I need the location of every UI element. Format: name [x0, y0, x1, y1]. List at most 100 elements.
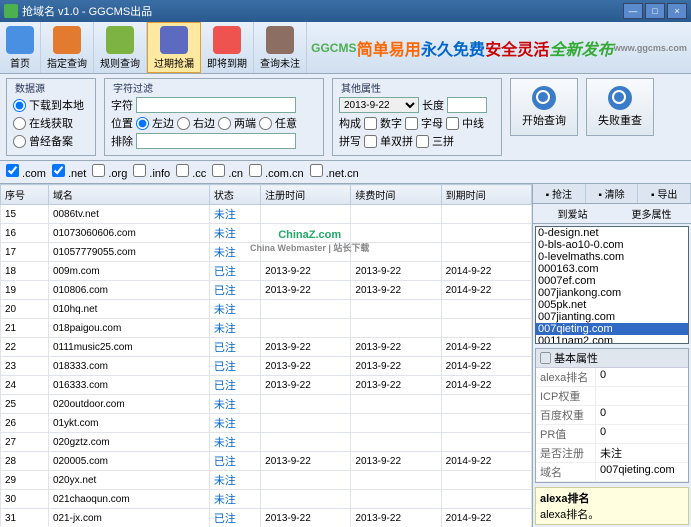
banner-text-4: 全新发布	[549, 36, 613, 60]
banner-text-2: 永久免费	[421, 36, 485, 60]
toolbar-规则查询[interactable]: 规则查询	[94, 22, 147, 73]
pos-left[interactable]	[136, 117, 149, 130]
table-row[interactable]: 20010hq.net未注	[1, 300, 532, 319]
group-title: 数据源	[13, 80, 47, 95]
tld-.net.cn[interactable]: .net.cn	[310, 164, 359, 180]
radio-online[interactable]	[13, 117, 26, 130]
col-header[interactable]: 到期时间	[441, 185, 531, 205]
table-row[interactable]: 29020yx.net未注	[1, 471, 532, 490]
col-header[interactable]: 序号	[1, 185, 49, 205]
side-tab[interactable]: ▪ 导出	[638, 184, 691, 203]
tld-.org[interactable]: .org	[92, 164, 127, 180]
table-row[interactable]: 27020gztz.com未注	[1, 433, 532, 452]
chk-letter[interactable]	[405, 117, 418, 130]
retry-icon	[608, 86, 632, 110]
list-item[interactable]: 0011nam2.com	[536, 335, 688, 344]
pos-any[interactable]	[259, 117, 272, 130]
prop-row: 百度权重0	[536, 406, 688, 425]
tld-.com.cn[interactable]: .com.cn	[249, 164, 304, 180]
toolbar-icon	[53, 26, 81, 54]
toolbar-icon	[213, 26, 241, 54]
tld-.cc[interactable]: .cc	[176, 164, 206, 180]
toolbar-首页[interactable]: 首页	[0, 22, 41, 73]
table-row[interactable]: 150086tv.net未注	[1, 205, 532, 224]
list-item[interactable]: 0-design.net	[536, 227, 688, 239]
chk-digit[interactable]	[364, 117, 377, 130]
close-button[interactable]: ×	[667, 3, 687, 19]
col-header[interactable]: 注册时间	[261, 185, 351, 205]
radio-local[interactable]	[13, 99, 26, 112]
table-row[interactable]: 28020005.com已注2013-9-222013-9-222014-9-2…	[1, 452, 532, 471]
table-row[interactable]: 1701057779055.com未注	[1, 243, 532, 262]
maximize-button[interactable]: □	[645, 3, 665, 19]
pos-both[interactable]	[218, 117, 231, 130]
minimize-button[interactable]: —	[623, 3, 643, 19]
table-row[interactable]: 18009m.com已注2013-9-222013-9-222014-9-22	[1, 262, 532, 281]
toolbar-icon	[266, 26, 294, 54]
window-title: 抢域名 v1.0 - GGCMS出品	[22, 3, 623, 19]
pos-right[interactable]	[177, 117, 190, 130]
banner-url: www.ggcms.com	[614, 43, 687, 53]
table-row[interactable]: 23018333.com已注2013-9-222013-9-222014-9-2…	[1, 357, 532, 376]
toolbar-指定查询[interactable]: 指定查询	[41, 22, 94, 73]
prop-row: alexa排名0	[536, 368, 688, 387]
toolbar-即将到期[interactable]: 即将到期	[201, 22, 254, 73]
banner-text-1: 简单易用	[357, 36, 421, 60]
chk-dash[interactable]	[446, 117, 459, 130]
property-help: alexa排名 alexa排名。	[535, 487, 689, 525]
exclude-input[interactable]	[136, 133, 296, 149]
chk-pin1[interactable]	[364, 135, 377, 148]
result-table-pane[interactable]: 序号域名状态注册时间续费时间到期时间 150086tv.net未注1601073…	[0, 184, 533, 527]
retry-button[interactable]: 失败重查	[586, 78, 654, 136]
list-item[interactable]: 0-levelmaths.com	[536, 251, 688, 263]
table-row[interactable]: 1601073060606.com未注	[1, 224, 532, 243]
char-input[interactable]	[136, 97, 296, 113]
col-header[interactable]: 状态	[209, 185, 260, 205]
list-item[interactable]: 0-bls-ao10-0.com	[536, 239, 688, 251]
tld-.net[interactable]: .net	[52, 164, 86, 180]
banner: GGCMS 简单易用 永久免费 安全灵活 全新发布 www.ggcms.com	[307, 22, 691, 73]
list-item[interactable]: 007jiankong.com	[536, 287, 688, 299]
table-row[interactable]: 19010806.com已注2013-9-222013-9-222014-9-2…	[1, 281, 532, 300]
col-header[interactable]: 域名	[48, 185, 209, 205]
side-subtab[interactable]: 更多属性	[612, 204, 691, 223]
table-row[interactable]: 25020outdoor.com未注	[1, 395, 532, 414]
length-input[interactable]	[447, 97, 487, 113]
datasource-group: 数据源 下载到本地 在线获取 曾经备案	[6, 78, 96, 156]
list-item[interactable]: 005pk.net	[536, 299, 688, 311]
radio-beian[interactable]	[13, 135, 26, 148]
table-row[interactable]: 30021chaoqun.com未注	[1, 490, 532, 509]
start-query-button[interactable]: 开始查询	[510, 78, 578, 136]
side-tabs: ▪ 抢注▪ 清除▪ 导出	[533, 184, 691, 204]
prop-row: PR值0	[536, 425, 688, 444]
table-row[interactable]: 2601ykt.com未注	[1, 414, 532, 433]
table-row[interactable]: 220111music25.com已注2013-9-222013-9-22201…	[1, 338, 532, 357]
toolbar: 首页指定查询规则查询过期抢漏即将到期查询未注 GGCMS 简单易用 永久免费 安…	[0, 22, 691, 74]
list-item[interactable]: 000163.com	[536, 263, 688, 275]
col-header[interactable]: 续费时间	[351, 185, 441, 205]
side-tab[interactable]: ▪ 抢注	[533, 184, 586, 203]
domain-list[interactable]: 0-design.net0-bls-ao10-0.com0-levelmaths…	[535, 226, 689, 344]
toolbar-查询未注[interactable]: 查询未注	[254, 22, 307, 73]
titlebar: 抢域名 v1.0 - GGCMS出品 — □ ×	[0, 0, 691, 22]
tld-.cn[interactable]: .cn	[212, 164, 243, 180]
tld-row: .com .net .org .info .cc .cn .com.cn .ne…	[0, 161, 691, 184]
toolbar-icon	[6, 26, 34, 54]
list-item[interactable]: 007qieting.com	[536, 323, 688, 335]
tld-.info[interactable]: .info	[133, 164, 170, 180]
side-tab[interactable]: ▪ 清除	[586, 184, 639, 203]
date-select[interactable]: 2013-9-22	[339, 97, 419, 113]
list-item[interactable]: 0007ef.com	[536, 275, 688, 287]
chk-pin3[interactable]	[416, 135, 429, 148]
tld-.com[interactable]: .com	[6, 164, 46, 180]
prop-row: ICP权重	[536, 387, 688, 406]
toolbar-过期抢漏[interactable]: 过期抢漏	[147, 22, 201, 73]
filter-panel: 数据源 下载到本地 在线获取 曾经备案 字符过滤 字符 位置 左边 右边 两端 …	[0, 74, 691, 161]
list-item[interactable]: 007jianting.com	[536, 311, 688, 323]
table-row[interactable]: 24016333.com已注2013-9-222013-9-222014-9-2…	[1, 376, 532, 395]
side-subtab[interactable]: 到爱站	[533, 204, 612, 223]
table-row[interactable]: 31021-jx.com已注2013-9-222013-9-222014-9-2…	[1, 509, 532, 527]
toolbar-icon	[160, 26, 188, 54]
app-icon	[4, 4, 18, 18]
table-row[interactable]: 21018paigou.com未注	[1, 319, 532, 338]
